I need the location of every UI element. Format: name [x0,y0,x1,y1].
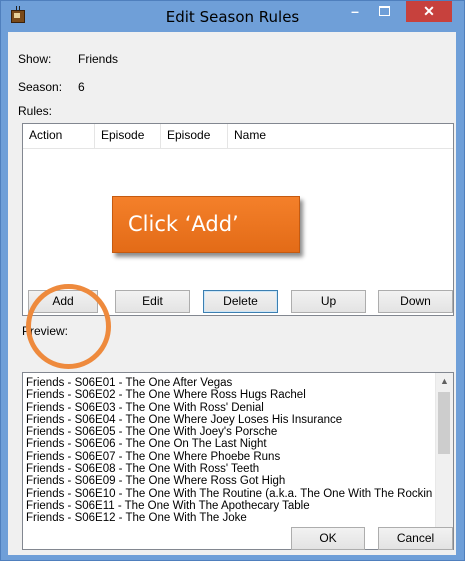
show-value: Friends [78,52,119,66]
ok-button[interactable]: OK [291,527,365,550]
edit-season-rules-window: Edit Season Rules – ✕ Show: Friends Seas… [0,0,465,561]
edit-button[interactable]: Edit [115,290,190,313]
preview-item[interactable]: Friends - S06E05 - The One With Joey's P… [26,426,434,438]
column-action[interactable]: Action [23,124,95,148]
preview-item[interactable]: Friends - S06E12 - The One With The Joke [26,512,434,524]
preview-item[interactable]: Friends - S06E01 - The One After Vegas [26,377,434,389]
preview-item[interactable]: Friends - S06E03 - The One With Ross' De… [26,402,434,414]
preview-item[interactable]: Friends - S06E02 - The One Where Ross Hu… [26,389,434,401]
down-button[interactable]: Down [378,290,453,313]
cancel-button[interactable]: Cancel [378,527,453,550]
preview-item[interactable]: Friends - S06E08 - The One With Ross' Te… [26,463,434,475]
preview-list[interactable]: Friends - S06E01 - The One After Vegas Fr… [22,372,454,550]
preview-scrollbar[interactable]: ▲ ▼ [435,373,453,549]
add-highlight-circle [26,284,111,369]
close-button[interactable]: ✕ [406,1,452,22]
preview-item[interactable]: Friends - S06E07 - The One Where Phoebe … [26,451,434,463]
preview-item[interactable]: Friends - S06E06 - The One On The Last N… [26,438,434,450]
preview-items: Friends - S06E01 - The One After Vegas Fr… [26,377,434,525]
column-episode-end[interactable]: Episode [161,124,228,148]
delete-button[interactable]: Delete [203,290,278,313]
up-button[interactable]: Up [291,290,366,313]
scroll-up-icon[interactable]: ▲ [436,373,453,390]
preview-item[interactable]: Friends - S06E11 - The One With The Apot… [26,500,434,512]
rules-header: Action Episode Episode Name [23,124,453,149]
preview-item[interactable]: Friends - S06E04 - The One Where Joey Lo… [26,414,434,426]
show-label: Show: [18,52,52,66]
preview-item[interactable]: Friends - S06E09 - The One Where Ross Go… [26,475,434,487]
column-name[interactable]: Name [228,124,454,148]
season-value: 6 [78,80,85,94]
dialog-body: Show: Friends Season: 6 Rules: Action Ep… [8,32,456,555]
scroll-thumb[interactable] [438,392,450,454]
maximize-button[interactable] [371,1,397,22]
minimize-button[interactable]: – [342,1,368,22]
title-bar[interactable]: Edit Season Rules – ✕ [1,1,464,32]
rules-label: Rules: [18,104,53,118]
column-episode-start[interactable]: Episode [95,124,161,148]
instruction-callout: Click ‘Add’ [112,196,300,253]
preview-item[interactable]: Friends - S06E10 - The One With The Rout… [26,488,434,500]
season-label: Season: [18,80,63,94]
